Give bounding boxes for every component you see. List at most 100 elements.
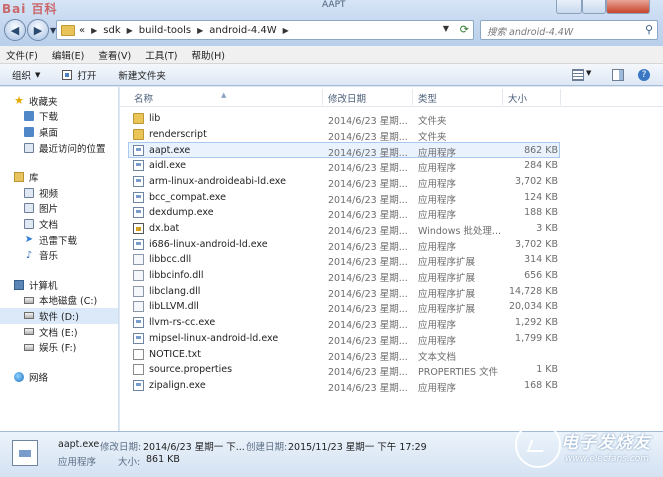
- sidebar-item-label: 最近访问的位置: [39, 143, 106, 155]
- sidebar-item-label: 本地磁盘 (C:): [39, 296, 98, 308]
- search-input[interactable]: 搜索 android-4.4W ⚲: [480, 20, 658, 40]
- logo-url: www.elecfans.com: [565, 454, 650, 464]
- address-bar[interactable]: « ▶ sdk ▶ build-tools ▶ android-4.4W ▶ ▼…: [56, 20, 474, 40]
- dll-file-icon: [133, 285, 144, 297]
- file-date: 2014/6/23 星期...: [328, 288, 408, 300]
- sidebar-item-drive-d[interactable]: 软件 (D:): [0, 308, 118, 324]
- new-folder-label: 新建文件夹: [118, 70, 166, 82]
- file-size: 284 KB: [524, 160, 558, 172]
- table-row[interactable]: libclang.dll 2014/6/23 星期... 应用程序扩展 14,728 …: [120, 284, 663, 300]
- file-type: 文件夹: [418, 131, 447, 143]
- sidebar-item-music[interactable]: ♪ 音乐: [0, 247, 118, 263]
- column-divider[interactable]: [560, 89, 561, 105]
- folder-file-icon: [133, 113, 144, 124]
- title-bar: Bai 百科 AAPT ◀ ▶ ▼ « ▶ sdk ▶ build-tools …: [0, 0, 663, 46]
- organize-button[interactable]: 组织 ▼: [12, 68, 40, 82]
- maximize-button[interactable]: [582, 0, 606, 14]
- sidebar-item-downloads[interactable]: 下载: [0, 109, 118, 125]
- sidebar-item-drive-f[interactable]: 娱乐 (F:): [0, 339, 118, 355]
- logo-mark-icon: [515, 422, 561, 468]
- crumb-android[interactable]: android-4.4W: [209, 25, 276, 36]
- open-button[interactable]: 打开: [62, 68, 96, 82]
- table-row[interactable]: llvm-rs-cc.exe 2014/6/23 星期... 应用程序 1,292 K…: [120, 315, 663, 331]
- sidebar-item-label: 迅雷下载: [39, 235, 78, 247]
- file-size: 168 KB: [524, 379, 558, 391]
- table-row[interactable]: renderscript 2014/6/23 星期... 文件夹: [120, 127, 663, 143]
- new-folder-button[interactable]: 新建文件夹: [118, 68, 166, 82]
- chevron-right-icon[interactable]: ▶: [127, 26, 133, 35]
- help-icon[interactable]: ?: [638, 69, 650, 81]
- table-row[interactable]: NOTICE.txt 2014/6/23 星期... 文本文档: [120, 347, 663, 363]
- view-options-icon[interactable]: [572, 69, 584, 81]
- file-type: 应用程序: [418, 241, 457, 253]
- menu-view[interactable]: 查看(V): [98, 48, 131, 62]
- column-divider[interactable]: [322, 89, 323, 105]
- table-row[interactable]: dx.bat 2014/6/23 星期... Windows 批处理... 3 KB: [120, 221, 663, 237]
- refresh-icon[interactable]: ⟳: [460, 23, 469, 36]
- elecfans-logo: 电子发烧友 www.elecfans.com: [515, 420, 655, 472]
- table-row[interactable]: mipsel-linux-android-ld.exe 2014/6/23 星期.…: [120, 331, 663, 347]
- chevron-right-icon[interactable]: ▶: [283, 26, 289, 35]
- back-button[interactable]: ◀: [4, 19, 26, 41]
- doc-file-icon: [133, 364, 144, 376]
- chevron-down-icon[interactable]: ▼: [586, 69, 598, 81]
- forward-button[interactable]: ▶: [27, 19, 49, 41]
- table-row[interactable]: libbcinfo.dll 2014/6/23 星期... 应用程序扩展 656 KB: [120, 268, 663, 284]
- table-row[interactable]: aidl.exe 2014/6/23 星期... 应用程序 284 KB: [120, 158, 663, 174]
- sidebar-item-thunder[interactable]: ➤ 迅雷下载: [0, 232, 118, 248]
- sidebar-libraries[interactable]: 库: [0, 169, 118, 185]
- table-row[interactable]: libLLVM.dll 2014/6/23 星期... 应用程序扩展 20,034 K…: [120, 299, 663, 315]
- sidebar-network[interactable]: 网络: [0, 369, 118, 385]
- table-row[interactable]: source.properties 2014/6/23 星期... PROPERTI…: [120, 362, 663, 378]
- pictures-icon: [24, 203, 34, 214]
- search-icon[interactable]: ⚲: [645, 23, 653, 36]
- download-folder-icon: [24, 111, 34, 122]
- sidebar-item-desktop[interactable]: 桌面: [0, 124, 118, 140]
- table-row[interactable]: zipalign.exe 2014/6/23 星期... 应用程序 168 KB: [120, 378, 663, 394]
- column-date[interactable]: 修改日期: [328, 91, 366, 105]
- chevron-right-icon[interactable]: ▶: [91, 26, 97, 35]
- table-row[interactable]: bcc_compat.exe 2014/6/23 星期... 应用程序 124 KB: [120, 190, 663, 206]
- sidebar-item-recent[interactable]: 最近访问的位置: [0, 140, 118, 156]
- column-divider[interactable]: [502, 89, 503, 105]
- address-dropdown-icon[interactable]: ▼: [443, 24, 449, 33]
- sidebar-favorites[interactable]: ★ 收藏夹: [0, 93, 118, 109]
- open-icon: [62, 69, 73, 80]
- crumb-build-tools[interactable]: build-tools: [139, 25, 191, 36]
- column-type[interactable]: 类型: [418, 91, 437, 105]
- sidebar-item-documents[interactable]: 文档: [0, 216, 118, 232]
- dll-file-icon: [133, 301, 144, 313]
- column-header: ▲ 名称 修改日期 类型 大小: [120, 87, 663, 107]
- menu-tools[interactable]: 工具(T): [145, 48, 177, 62]
- sidebar-item-drive-c[interactable]: 本地磁盘 (C:): [0, 293, 118, 309]
- table-row[interactable]: i686-linux-android-ld.exe 2014/6/23 星期...…: [120, 237, 663, 253]
- column-divider[interactable]: [412, 89, 413, 105]
- sidebar-computer[interactable]: 计算机: [0, 277, 118, 293]
- menu-help[interactable]: 帮助(H): [191, 48, 225, 62]
- sidebar-item-pictures[interactable]: 图片: [0, 201, 118, 217]
- table-row[interactable]: aapt.exe 2014/6/23 星期... 应用程序 862 KB: [128, 142, 560, 159]
- crumb-sdk[interactable]: sdk: [103, 25, 120, 36]
- file-type: 应用程序: [418, 178, 457, 190]
- file-name: llvm-rs-cc.exe: [149, 317, 216, 329]
- column-size[interactable]: 大小: [508, 91, 527, 105]
- menu-edit[interactable]: 编辑(E): [52, 48, 84, 62]
- preview-pane-icon[interactable]: [612, 69, 624, 81]
- sidebar-item-videos[interactable]: 视频: [0, 185, 118, 201]
- close-button[interactable]: [606, 0, 650, 14]
- chevron-right-icon[interactable]: ▶: [197, 26, 203, 35]
- table-row[interactable]: libbcc.dll 2014/6/23 星期... 应用程序扩展 314 KB: [120, 252, 663, 268]
- sidebar-item-label: 图片: [39, 204, 59, 216]
- sidebar-item-label: 软件 (D:): [39, 311, 79, 323]
- minimize-button[interactable]: [556, 0, 582, 14]
- column-name[interactable]: 名称: [134, 91, 153, 105]
- sidebar-item-drive-e[interactable]: 文档 (E:): [0, 324, 118, 340]
- doc-file-icon: [133, 348, 144, 360]
- menu-file[interactable]: 文件(F): [6, 48, 38, 62]
- table-row[interactable]: dexdump.exe 2014/6/23 星期... 应用程序 188 KB: [120, 205, 663, 221]
- exe-file-icon: [133, 145, 144, 157]
- table-row[interactable]: arm-linux-androideabi-ld.exe 2014/6/23 星期…: [120, 174, 663, 190]
- file-date: 2014/6/23 星期...: [328, 225, 408, 237]
- file-name: zipalign.exe: [149, 379, 206, 391]
- table-row[interactable]: lib 2014/6/23 星期... 文件夹: [120, 111, 663, 127]
